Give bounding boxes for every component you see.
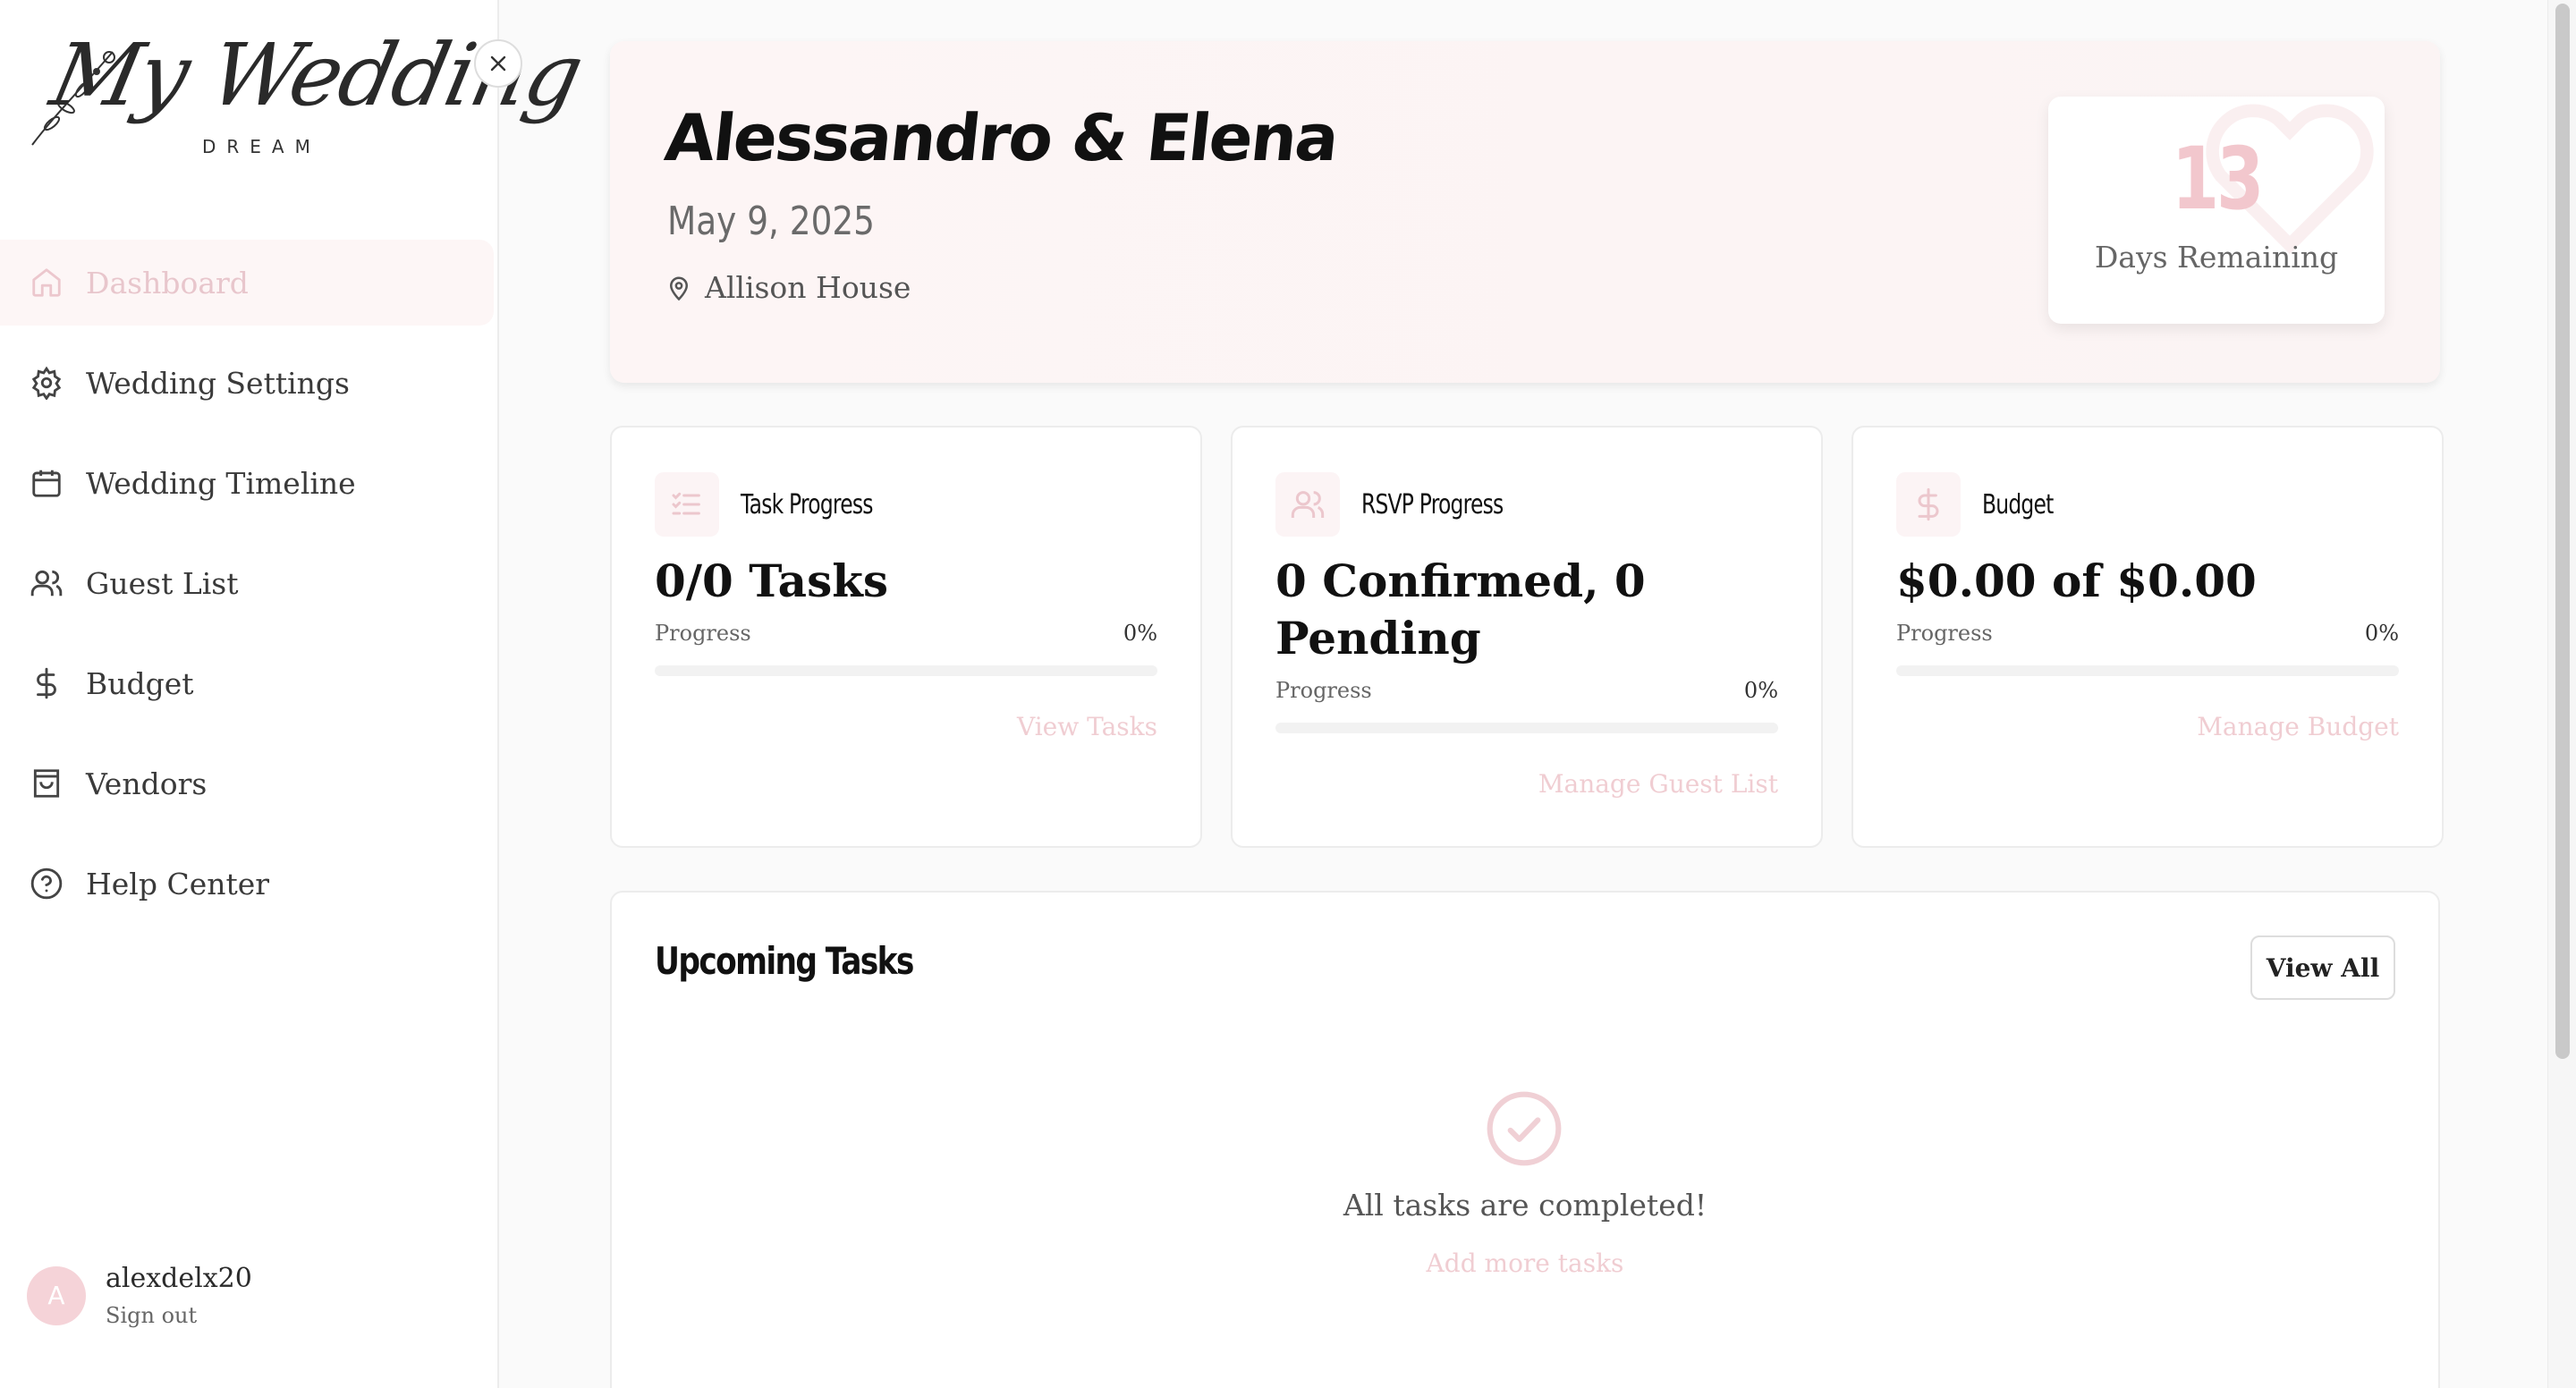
user-name: alexdelx20 — [106, 1263, 252, 1294]
progress-bar — [1896, 665, 2399, 676]
sidebar-nav: Dashboard Wedding Settings Wedding Timel… — [0, 240, 497, 941]
progress-label: Progress — [655, 621, 751, 646]
manage-budget-link[interactable]: Manage Budget — [2197, 712, 2399, 741]
wedding-hero: Alessandro & Elena May 9, 2025 Allison H… — [610, 41, 2440, 383]
close-sidebar-button[interactable] — [474, 39, 522, 88]
page-scrollbar[interactable] — [2547, 0, 2576, 1388]
progress-bar — [1275, 723, 1778, 733]
empty-state-text: All tasks are completed! — [1343, 1188, 1707, 1223]
avatar[interactable]: A — [27, 1265, 86, 1325]
progress-percent: 0% — [1123, 621, 1157, 646]
sidebar-item-help-center[interactable]: Help Center — [0, 841, 497, 927]
budget-card: Budget $0.00 of $0.00 Progress 0% Manage… — [1852, 426, 2444, 848]
progress-percent: 0% — [2364, 621, 2399, 646]
main-content: Alessandro & Elena May 9, 2025 Allison H… — [499, 0, 2547, 1388]
rsvp-count: 0 Confirmed, 0 Pending — [1275, 554, 1646, 664]
sidebar-item-wedding-timeline[interactable]: Wedding Timeline — [0, 440, 497, 526]
budget-amount: $0.00 of $0.00 — [1896, 554, 2257, 607]
progress-percent: 0% — [1743, 678, 1778, 703]
sidebar-item-label: Guest List — [86, 565, 239, 601]
sign-out-link[interactable]: Sign out — [106, 1303, 252, 1328]
sidebar-item-label: Vendors — [86, 766, 208, 801]
venue-name: Allison House — [705, 270, 911, 305]
venue: Allison House — [665, 270, 911, 305]
users-icon — [29, 565, 64, 601]
days-remaining-value: 13 — [2171, 129, 2265, 229]
sidebar-item-label: Wedding Settings — [86, 365, 350, 401]
wedding-date: May 9, 2025 — [667, 199, 875, 244]
close-icon — [490, 55, 506, 72]
countdown-card: 13 Days Remaining — [2048, 97, 2385, 324]
days-remaining-label: Days Remaining — [2094, 240, 2339, 275]
sidebar-item-label: Dashboard — [86, 265, 249, 300]
logo[interactable]: My Wedding DREAM — [27, 25, 589, 166]
sidebar-item-label: Wedding Timeline — [86, 465, 356, 501]
progress-bar — [655, 665, 1157, 676]
user-profile: A alexdelx20 Sign out — [27, 1263, 252, 1328]
sidebar-item-label: Budget — [86, 665, 194, 701]
rsvp-progress-card: RSVP Progress 0 Confirmed, 0 Pending Pro… — [1231, 426, 1823, 848]
task-progress-card: Task Progress 0/0 Tasks Progress 0% View… — [610, 426, 1202, 848]
card-title: RSVP Progress — [1361, 488, 1504, 520]
sidebar-item-wedding-settings[interactable]: Wedding Settings — [0, 340, 497, 426]
checklist-icon — [655, 472, 719, 537]
sidebar-item-guest-list[interactable]: Guest List — [0, 540, 497, 626]
dollar-icon — [29, 665, 64, 701]
upcoming-tasks-title: Upcoming Tasks — [655, 939, 914, 983]
home-icon — [29, 265, 64, 300]
card-title: Budget — [1982, 488, 2054, 520]
sidebar: My Wedding DREAM Dashboard Wedding Setti… — [0, 0, 589, 1388]
progress-label: Progress — [1896, 621, 1993, 646]
card-title: Task Progress — [741, 488, 873, 520]
upcoming-tasks-panel: Upcoming Tasks View All All tasks are co… — [610, 891, 2440, 1388]
progress-label: Progress — [1275, 678, 1372, 703]
couple-names: Alessandro & Elena — [661, 100, 1342, 175]
view-tasks-link[interactable]: View Tasks — [1017, 712, 1157, 741]
logo-subtitle: DREAM — [202, 136, 321, 157]
calendar-icon — [29, 465, 64, 501]
dollar-icon — [1896, 472, 1961, 537]
task-count: 0/0 Tasks — [655, 554, 889, 607]
map-pin-icon — [669, 276, 689, 300]
manage-guest-list-link[interactable]: Manage Guest List — [1538, 769, 1778, 799]
add-more-tasks-link[interactable]: Add more tasks — [612, 1248, 2438, 1278]
view-all-button[interactable]: View All — [2250, 935, 2395, 1000]
users-icon — [1275, 472, 1340, 537]
shopping-bag-icon — [29, 766, 64, 801]
check-circle-icon — [1487, 1091, 1562, 1166]
gear-icon — [29, 365, 64, 401]
sidebar-item-dashboard[interactable]: Dashboard — [0, 240, 494, 326]
scrollbar-thumb[interactable] — [2555, 4, 2570, 1059]
sidebar-item-label: Help Center — [86, 866, 270, 901]
sidebar-item-vendors[interactable]: Vendors — [0, 741, 497, 826]
help-circle-icon — [29, 866, 64, 901]
sidebar-item-budget[interactable]: Budget — [0, 640, 497, 726]
